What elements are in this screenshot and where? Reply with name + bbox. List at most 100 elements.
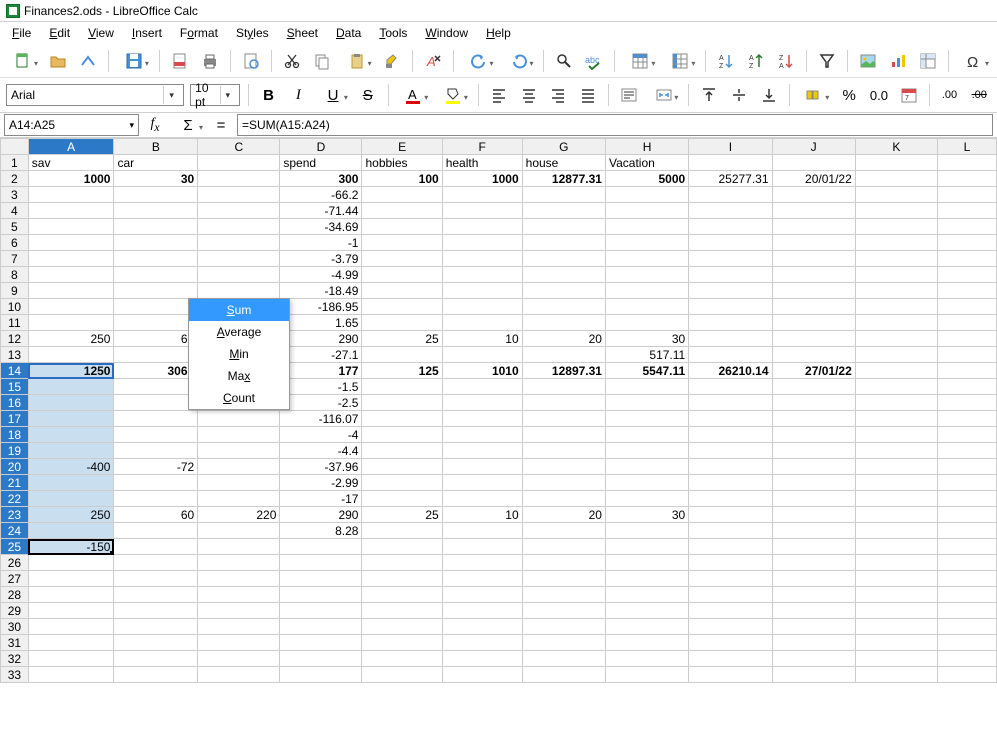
font-size-combo[interactable]: 10 pt ▾: [190, 84, 240, 106]
cell-I16[interactable]: [689, 395, 772, 411]
cell-B2[interactable]: 30: [114, 171, 198, 187]
cell-H10[interactable]: [605, 299, 688, 315]
print-preview-button[interactable]: [239, 49, 263, 73]
cell-B4[interactable]: [114, 203, 198, 219]
cell-C22[interactable]: [198, 491, 280, 507]
cell-G15[interactable]: [522, 379, 605, 395]
cell-K25[interactable]: [855, 539, 937, 555]
cell-B14[interactable]: 3060: [114, 363, 198, 379]
cell-F24[interactable]: [442, 523, 522, 539]
open-button[interactable]: [46, 49, 70, 73]
cell-D9[interactable]: -18.49: [280, 283, 362, 299]
cell-H24[interactable]: [605, 523, 688, 539]
cell-I10[interactable]: [689, 299, 772, 315]
cell-H30[interactable]: [605, 619, 688, 635]
cell-D24[interactable]: 8.28: [280, 523, 362, 539]
cell-C6[interactable]: [198, 235, 280, 251]
row-header-15[interactable]: 15: [1, 379, 29, 395]
cell-L11[interactable]: [938, 315, 997, 331]
cell-C27[interactable]: [198, 571, 280, 587]
cell-K15[interactable]: [855, 379, 937, 395]
cell-J10[interactable]: [772, 299, 855, 315]
cell-E13[interactable]: [362, 347, 442, 363]
cell-H27[interactable]: [605, 571, 688, 587]
cell-E11[interactable]: [362, 315, 442, 331]
cell-F33[interactable]: [442, 667, 522, 683]
cell-H28[interactable]: [605, 587, 688, 603]
cell-K30[interactable]: [855, 619, 937, 635]
row-header-1[interactable]: 1: [1, 155, 29, 171]
cell-F29[interactable]: [442, 603, 522, 619]
cell-L28[interactable]: [938, 587, 997, 603]
row-header-21[interactable]: 21: [1, 475, 29, 491]
cell-K2[interactable]: [855, 171, 937, 187]
cell-F21[interactable]: [442, 475, 522, 491]
number-button[interactable]: 0.0: [867, 83, 891, 107]
cell-J11[interactable]: [772, 315, 855, 331]
cell-H11[interactable]: [605, 315, 688, 331]
merge-cells-button[interactable]: ▾: [647, 83, 681, 107]
cell-A15[interactable]: [28, 379, 114, 395]
cell-E30[interactable]: [362, 619, 442, 635]
new-button[interactable]: ▾: [6, 49, 40, 73]
row-header-23[interactable]: 23: [1, 507, 29, 523]
cell-I24[interactable]: [689, 523, 772, 539]
bold-button[interactable]: B: [257, 83, 281, 107]
row-header-12[interactable]: 12: [1, 331, 29, 347]
underline-button[interactable]: U▾: [316, 83, 350, 107]
column-header-J[interactable]: J: [772, 139, 855, 155]
cell-B25[interactable]: [114, 539, 198, 555]
cell-A29[interactable]: [28, 603, 114, 619]
cell-L15[interactable]: [938, 379, 997, 395]
row-header-17[interactable]: 17: [1, 411, 29, 427]
cell-D13[interactable]: -27.1: [280, 347, 362, 363]
autosum-button[interactable]: Σ▾: [171, 113, 205, 137]
row-header-25[interactable]: 25: [1, 539, 29, 555]
remove-decimal-button[interactable]: .00: [967, 83, 991, 107]
cell-J5[interactable]: [772, 219, 855, 235]
cell-F27[interactable]: [442, 571, 522, 587]
row-header-31[interactable]: 31: [1, 635, 29, 651]
date-format-button[interactable]: 7: [897, 83, 921, 107]
cell-C7[interactable]: [198, 251, 280, 267]
cell-D17[interactable]: -116.07: [280, 411, 362, 427]
cell-J32[interactable]: [772, 651, 855, 667]
cell-E20[interactable]: [362, 459, 442, 475]
cell-H31[interactable]: [605, 635, 688, 651]
cell-B31[interactable]: [114, 635, 198, 651]
cell-A12[interactable]: 250: [28, 331, 114, 347]
cell-D20[interactable]: -37.96: [280, 459, 362, 475]
cell-A30[interactable]: [28, 619, 114, 635]
cell-K5[interactable]: [855, 219, 937, 235]
cell-L1[interactable]: [938, 155, 997, 171]
clone-formatting-button[interactable]: [380, 49, 404, 73]
cell-L25[interactable]: [938, 539, 997, 555]
cell-K13[interactable]: [855, 347, 937, 363]
cell-E19[interactable]: [362, 443, 442, 459]
cell-A5[interactable]: [28, 219, 114, 235]
cell-G13[interactable]: [522, 347, 605, 363]
cell-F25[interactable]: [442, 539, 522, 555]
cell-C32[interactable]: [198, 651, 280, 667]
chevron-down-icon[interactable]: ▾: [129, 120, 134, 131]
cell-E28[interactable]: [362, 587, 442, 603]
cell-L6[interactable]: [938, 235, 997, 251]
menu-styles[interactable]: Styles: [228, 24, 277, 42]
cell-H6[interactable]: [605, 235, 688, 251]
cell-H32[interactable]: [605, 651, 688, 667]
redo-button[interactable]: ▾: [502, 49, 536, 73]
column-header-K[interactable]: K: [855, 139, 937, 155]
cell-K9[interactable]: [855, 283, 937, 299]
cell-A31[interactable]: [28, 635, 114, 651]
cell-E5[interactable]: [362, 219, 442, 235]
menu-view[interactable]: View: [80, 24, 122, 42]
cell-E26[interactable]: [362, 555, 442, 571]
cell-F23[interactable]: 10: [442, 507, 522, 523]
cell-C21[interactable]: [198, 475, 280, 491]
cell-L2[interactable]: [938, 171, 997, 187]
cell-I19[interactable]: [689, 443, 772, 459]
cell-D16[interactable]: -2.5: [280, 395, 362, 411]
align-top-button[interactable]: [697, 83, 721, 107]
row-header-28[interactable]: 28: [1, 587, 29, 603]
cell-B32[interactable]: [114, 651, 198, 667]
